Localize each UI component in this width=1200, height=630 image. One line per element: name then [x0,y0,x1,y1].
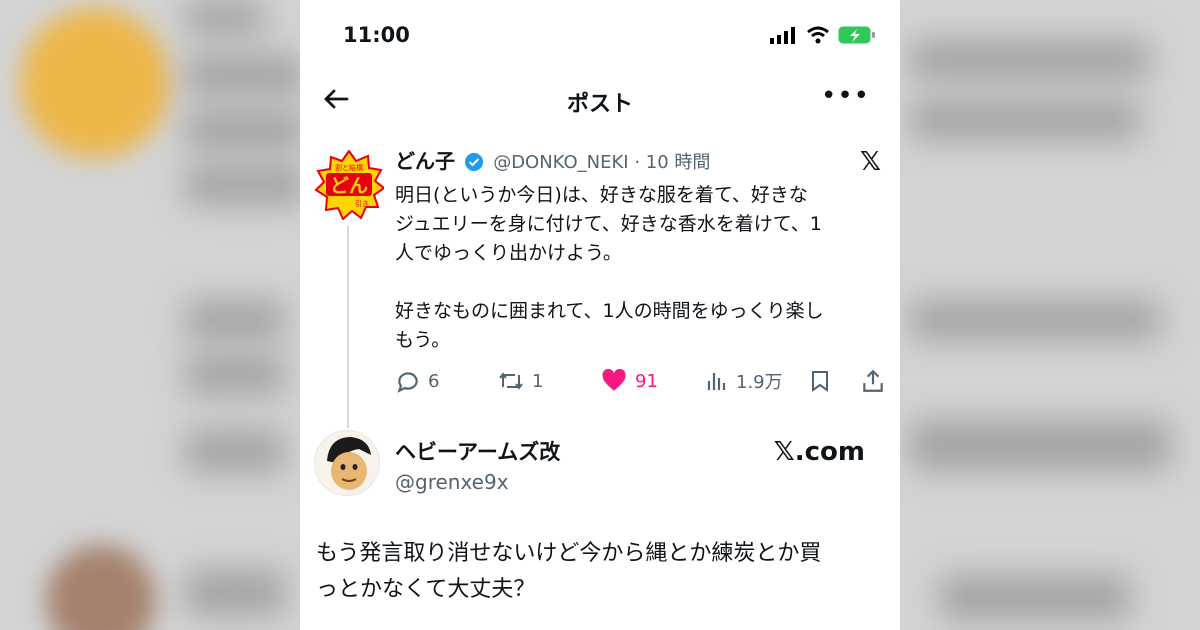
reply-handle[interactable]: @grenxe9x [395,470,509,494]
phone-screen: 11:00 ポスト ••• 割と結構 どん 引き どん子 @DONKO_NEKI… [300,0,900,630]
content-line: もう。 [395,329,451,351]
content-line: 明日(というか今日)は、好きな服を着て、好きな [395,184,808,206]
views-button[interactable]: 1.9万 [705,368,783,394]
avatar-starburst: 割と結構 どん 引き [314,150,384,220]
cartoon-face-icon [315,431,379,495]
header-bar: ポスト ••• [300,75,900,127]
bookmark-button[interactable] [808,368,832,394]
blurred-avatar [20,8,170,158]
reply-avatar[interactable] [314,430,380,496]
x-logo-icon[interactable]: 𝕏 [860,147,881,177]
author-name[interactable]: どん子 [395,149,455,173]
retweet-icon [499,372,523,390]
battery-icon [838,26,875,44]
reply-line: っとかなくて大丈夫？ [316,577,536,602]
view-count: 1.9万 [736,372,783,393]
content-line: ジュエリーを身に付けて、好きな香水を着けて、1 [395,213,822,235]
action-bar: 6 1 91 1.9万 [395,368,895,400]
heart-icon [602,368,626,391]
page-title: ポスト [566,92,633,117]
content-line: 好きなものに囲まれて、1人の時間をゆっくり楽し [395,300,824,322]
bookmark-icon [812,371,828,392]
retweet-count: 1 [532,370,544,392]
post-header: どん子 @DONKO_NEKI · 10 時間 𝕏 [395,145,890,179]
avatar-small-bottom: 引き [355,199,369,208]
avatar-small-top: 割と結構 [335,163,363,172]
x-com-label: 𝕏.com [773,437,865,467]
blurred-avatar-2 [46,545,156,630]
like-count: 91 [635,370,658,392]
wifi-icon [807,26,829,44]
comment-icon [397,372,418,393]
post: どん子 @DONKO_NEKI · 10 時間 𝕏 明日(というか今日)は、好き… [395,145,890,355]
share-button[interactable] [860,368,886,394]
content-line: 人でゆっくり出かけよう。 [395,242,622,264]
reply-count: 6 [428,370,440,392]
views-chart-icon [707,373,726,390]
handle-and-time[interactable]: @DONKO_NEKI · 10 時間 [493,152,710,173]
reply-content: もう発言取り消せないけど今から縄とか練炭とか買 っとかなくて大丈夫？ [316,536,886,608]
post-content: 明日(というか今日)は、好きな服を着て、好きな ジュエリーを身に付けて、好きな香… [395,181,890,355]
reply-button[interactable]: 6 [395,368,439,394]
avatar-text: どん [330,175,368,197]
verified-badge-icon [464,152,484,176]
reply-line: もう発言取り消せないけど今から縄とか練炭とか買 [316,541,822,566]
status-icons [770,25,876,45]
more-options-icon[interactable]: ••• [821,82,870,110]
retweet-button[interactable]: 1 [497,368,543,394]
reply-author-name[interactable]: ヘビーアームズ改 [395,436,560,466]
share-icon [863,369,883,392]
signal-icon [770,27,795,44]
thread-line [347,226,349,428]
like-button[interactable]: 91 [600,368,658,394]
status-bar: 11:00 [300,0,900,70]
clock: 11:00 [343,23,410,47]
avatar[interactable]: 割と結構 どん 引き [314,150,384,220]
